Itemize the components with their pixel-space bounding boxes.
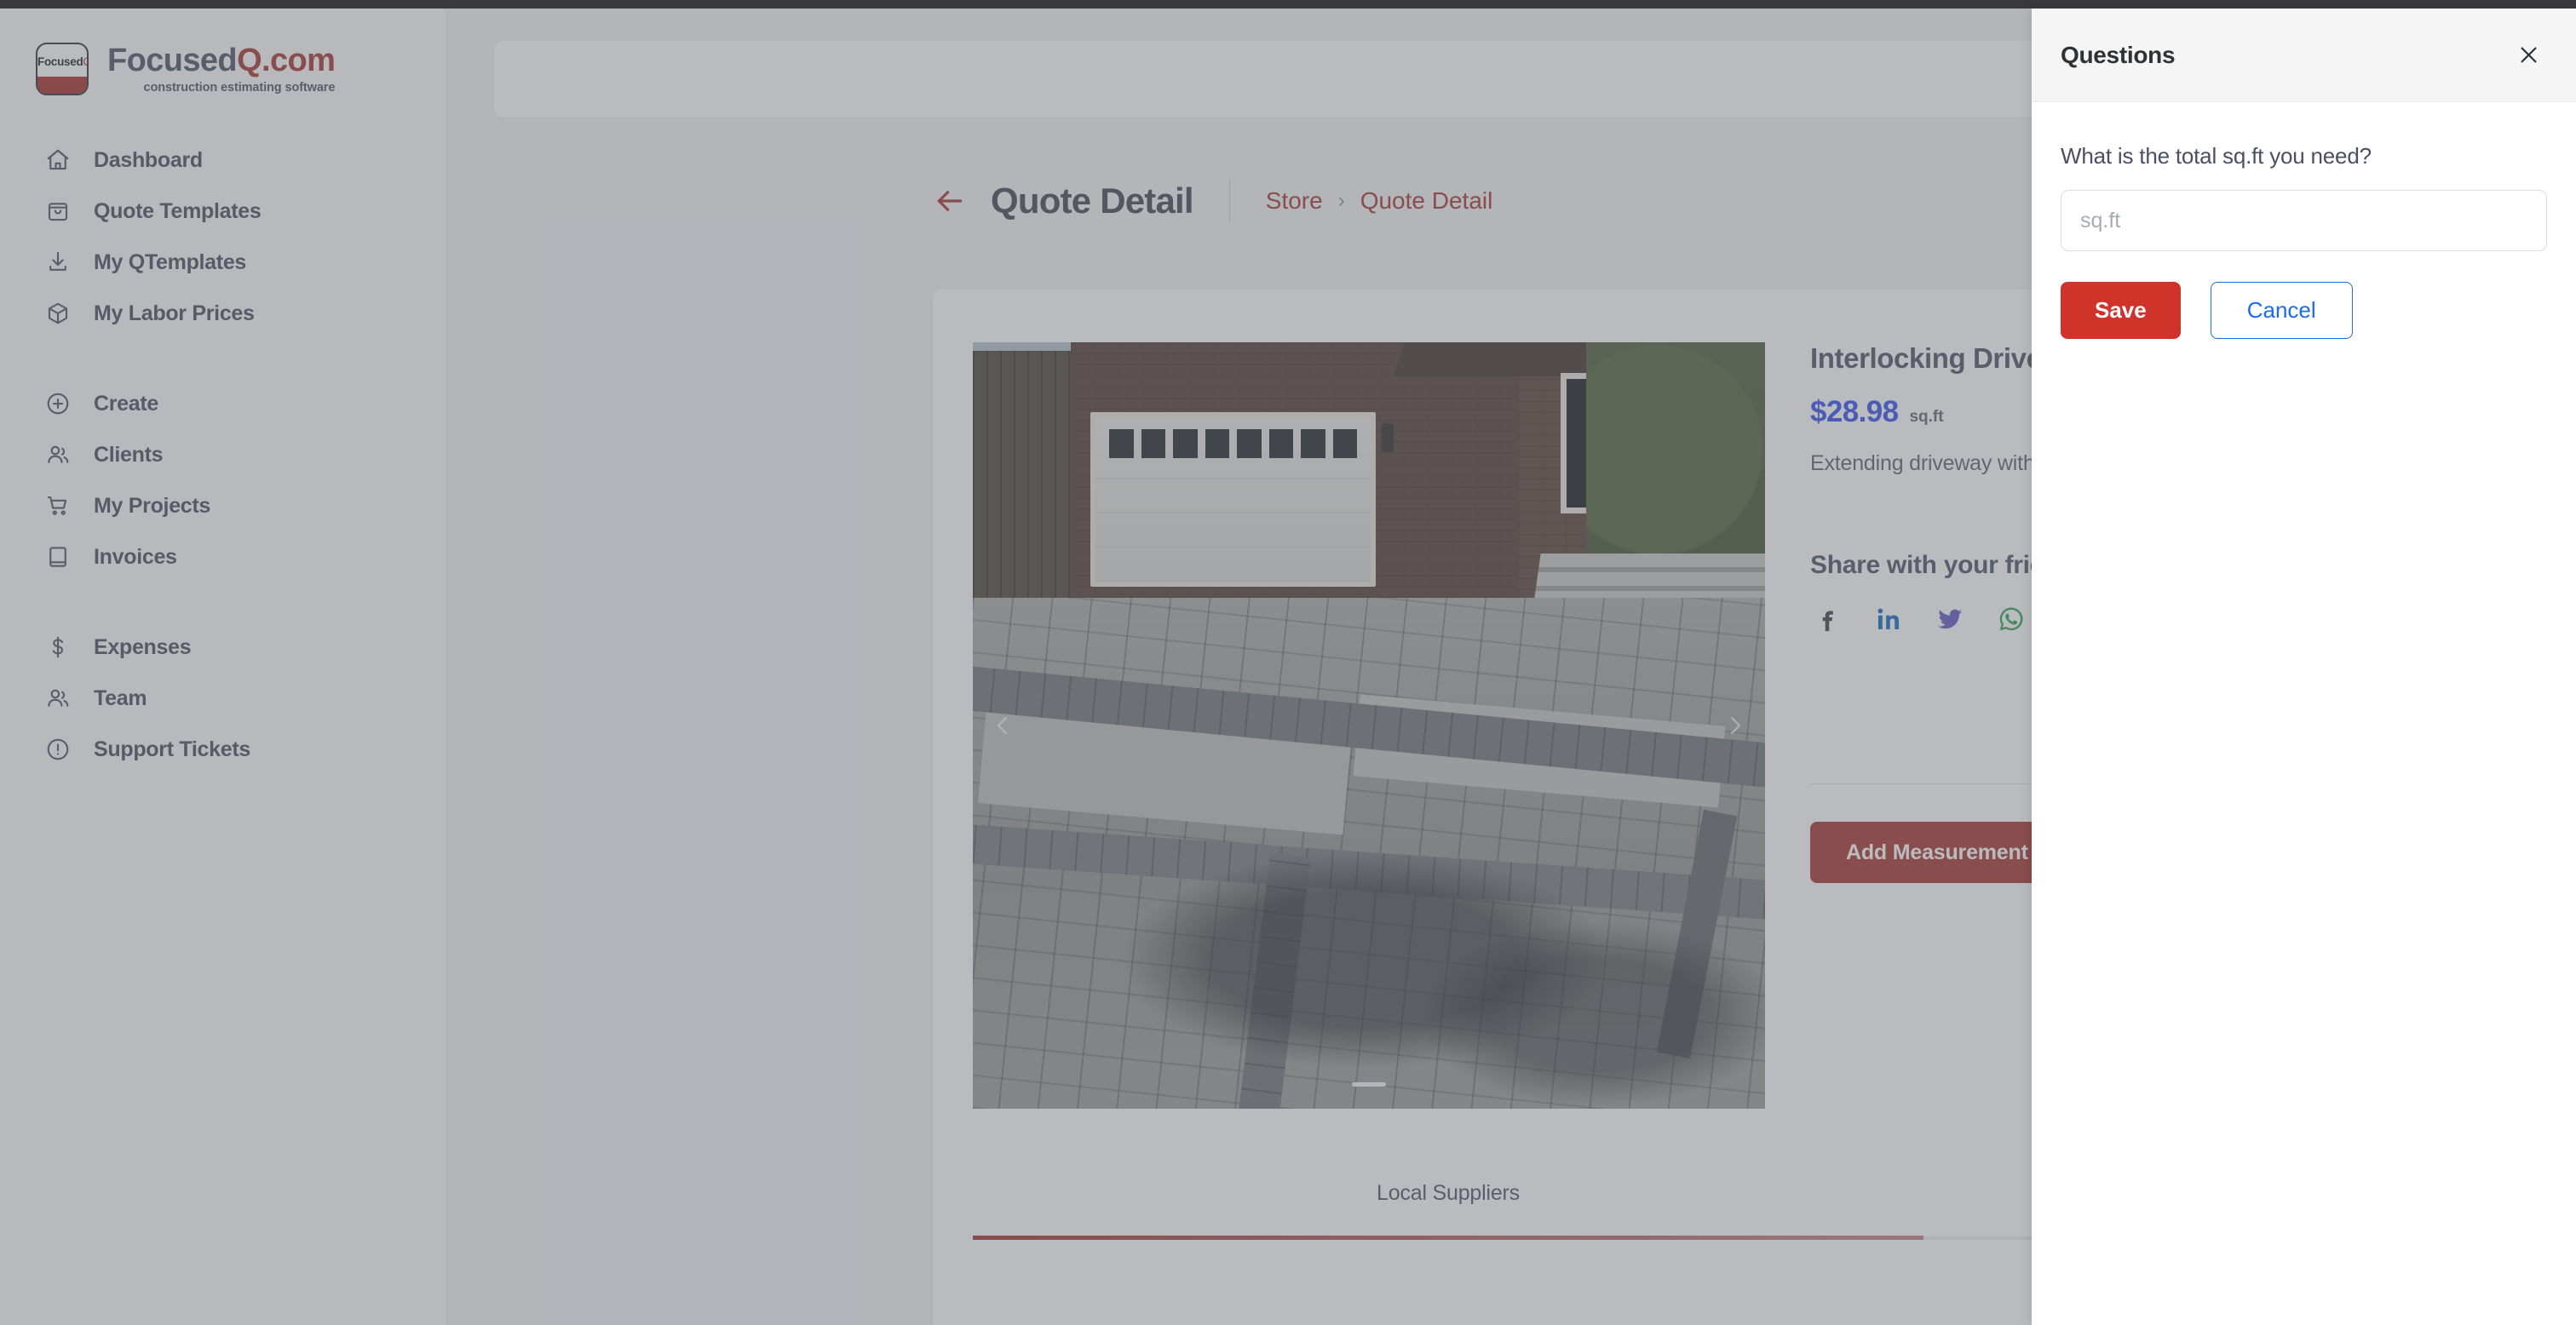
sidebar-item-my-labor-prices[interactable]: My Labor Prices [0, 288, 446, 339]
sidebar-item-clients[interactable]: Clients [0, 429, 446, 480]
sidebar: FocusedQ FocusedQ.com construction estim… [0, 9, 447, 1325]
sidebar-group-work: Create Clients My Projects Invoices [0, 378, 446, 582]
sidebar-item-label: Team [94, 685, 147, 710]
sidebar-item-label: Invoices [94, 544, 177, 569]
sidebar-item-quote-templates[interactable]: Quote Templates [0, 186, 446, 237]
questions-panel-body: What is the total sq.ft you need? Save C… [2032, 102, 2576, 339]
sidebar-item-label: Dashboard [94, 147, 203, 172]
chevron-left-icon[interactable] [983, 706, 1022, 745]
sidebar-item-expenses[interactable]: Expenses [0, 622, 446, 673]
page-title: Quote Detail [991, 181, 1194, 221]
sidebar-nav: Dashboard Quote Templates My QTemplates … [0, 135, 446, 775]
alert-circle-icon [44, 736, 72, 763]
home-icon [44, 146, 72, 174]
sidebar-item-team[interactable]: Team [0, 673, 446, 724]
bag-icon [44, 198, 72, 225]
sqft-input[interactable] [2061, 190, 2547, 251]
sidebar-item-label: Create [94, 391, 159, 416]
cart-icon [44, 492, 72, 519]
arrow-left-icon[interactable] [933, 184, 967, 218]
book-icon [44, 543, 72, 571]
brand-tagline: construction estimating software [143, 80, 336, 95]
question-label: What is the total sq.ft you need? [2061, 143, 2372, 169]
tab-active-indicator [973, 1236, 1923, 1240]
save-button[interactable]: Save [2061, 282, 2181, 339]
twitter-icon[interactable] [1933, 602, 1967, 636]
sidebar-item-support-tickets[interactable]: Support Tickets [0, 724, 446, 775]
breadcrumb-item-store[interactable]: Store [1266, 187, 1323, 215]
carousel-pagination [973, 1082, 1765, 1087]
dollar-icon [44, 634, 72, 661]
carousel-dot[interactable] [1352, 1082, 1386, 1087]
facebook-icon[interactable] [1810, 602, 1844, 636]
chevron-right-icon: › [1337, 189, 1345, 212]
questions-panel-header: Questions [2032, 9, 2576, 102]
sidebar-item-label: Quote Templates [94, 198, 262, 223]
download-icon [44, 249, 72, 276]
logo-mark-text: FocusedQ [37, 55, 87, 68]
sidebar-group-primary: Dashboard Quote Templates My QTemplates … [0, 135, 446, 339]
brand-logo[interactable]: FocusedQ FocusedQ.com construction estim… [0, 9, 446, 95]
users-icon [44, 441, 72, 468]
product-unit: sq.ft [1909, 408, 1944, 426]
product-price: $28.98 [1810, 395, 1899, 428]
sidebar-item-create[interactable]: Create [0, 378, 446, 429]
plus-circle-icon [44, 390, 72, 417]
breadcrumb: Store › Quote Detail [1266, 187, 1493, 215]
questions-panel-title: Questions [2061, 41, 2176, 68]
sidebar-item-label: My Projects [94, 493, 211, 518]
chevron-right-icon[interactable] [1716, 706, 1755, 745]
questions-panel: Questions What is the total sq.ft you ne… [2032, 9, 2576, 1325]
sidebar-item-dashboard[interactable]: Dashboard [0, 135, 446, 186]
breadcrumb-item-quote-detail[interactable]: Quote Detail [1360, 187, 1493, 215]
cancel-button[interactable]: Cancel [2210, 282, 2353, 339]
cube-icon [44, 300, 72, 327]
linkedin-icon[interactable] [1872, 602, 1906, 636]
logo-mark-bar [37, 77, 87, 94]
sidebar-item-my-qtemplates[interactable]: My QTemplates [0, 237, 446, 288]
sidebar-item-invoices[interactable]: Invoices [0, 531, 446, 582]
sidebar-item-label: My QTemplates [94, 250, 247, 274]
product-photo [973, 342, 1765, 1109]
sidebar-item-my-projects[interactable]: My Projects [0, 480, 446, 531]
add-measurement-button[interactable]: Add Measurement [1810, 822, 2064, 883]
sidebar-group-admin: Expenses Team Support Tickets [0, 622, 446, 775]
sidebar-item-label: My Labor Prices [94, 301, 255, 325]
users-icon [44, 685, 72, 712]
product-image-carousel[interactable] [973, 342, 1765, 1109]
sidebar-item-label: Clients [94, 442, 164, 467]
brand-wordmark: FocusedQ.com construction estimating sof… [107, 42, 336, 95]
logo-mark-icon: FocusedQ [36, 43, 89, 95]
sidebar-item-label: Support Tickets [94, 737, 250, 761]
browser-chrome-bar [0, 0, 2576, 9]
sidebar-item-label: Expenses [94, 634, 192, 659]
brand-name: FocusedQ.com [107, 42, 336, 78]
page-header: Quote Detail Store › Quote Detail [933, 179, 1492, 223]
whatsapp-icon[interactable] [1994, 602, 2028, 636]
header-divider [1228, 179, 1230, 223]
questions-panel-actions: Save Cancel [2061, 282, 2547, 339]
tab-local-suppliers[interactable]: Local Suppliers [973, 1181, 1923, 1231]
close-icon[interactable] [2511, 38, 2545, 72]
